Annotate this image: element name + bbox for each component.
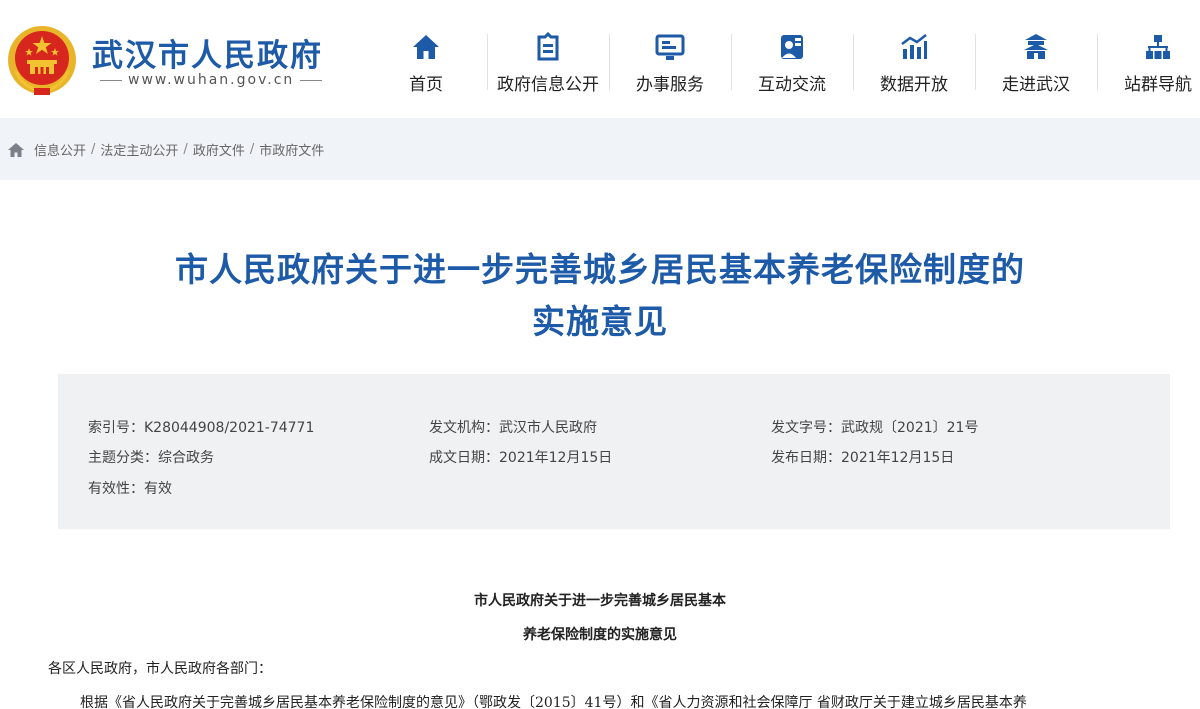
divider: [300, 79, 323, 81]
building-icon: [1024, 34, 1048, 59]
site-url-text: www.wuhan.gov.cn: [128, 72, 295, 88]
home-icon: [413, 35, 439, 59]
main-nav: 首页 政府信息公开 办事服务 互动交流 数据开放 走进武汉 站群导航: [365, 28, 1200, 98]
nav-item-service[interactable]: 办事服务: [609, 28, 731, 98]
divider: [100, 79, 122, 81]
meta-validity: 有效性：有效: [88, 478, 172, 498]
info-open-icon: [537, 32, 559, 61]
nav-label: 政府信息公开: [497, 75, 599, 95]
breadcrumb-item[interactable]: 法定主动公开: [100, 140, 178, 159]
service-icon: [655, 34, 685, 60]
national-emblem-icon[interactable]: [6, 24, 78, 98]
meta-topic: 主题分类：综合政务: [88, 447, 214, 467]
meta-label: 发文机构：: [429, 420, 499, 436]
nav-item-home[interactable]: 首页: [365, 28, 487, 98]
meta-label: 索引号：: [88, 420, 144, 436]
meta-doc-number: 发文字号：武政规〔2021〕21号: [771, 417, 978, 437]
breadcrumb-item[interactable]: 市政府文件: [259, 140, 324, 159]
meta-value: 综合政务: [158, 450, 214, 466]
meta-value: K28044908/2021-74771: [144, 420, 315, 436]
meta-label: 有效性：: [88, 481, 144, 497]
nav-item-site-group[interactable]: 站群导航: [1097, 28, 1200, 98]
nav-label: 办事服务: [636, 75, 704, 95]
breadcrumb: 信息公开 / 法定主动公开 / 政府文件 / 市政府文件: [8, 140, 324, 159]
meta-label: 发布日期：: [771, 450, 841, 466]
site-url: www.wuhan.gov.cn: [100, 72, 350, 88]
breadcrumb-bar: 信息公开 / 法定主动公开 / 政府文件 / 市政府文件: [0, 118, 1200, 180]
document-card: 市人民政府关于进一步完善城乡居民基本养老保险制度的 实施意见 索引号：K2804…: [8, 180, 1192, 709]
meta-index: 索引号：K28044908/2021-74771: [88, 417, 314, 437]
nav-item-interaction[interactable]: 互动交流: [731, 28, 853, 98]
document-meta-box: 索引号：K28044908/2021-74771 发文机构：武汉市人民政府 发文…: [58, 374, 1170, 529]
meta-value: 2021年12月15日: [499, 450, 613, 466]
meta-value: 有效: [144, 481, 172, 497]
meta-value: 2021年12月15日: [841, 450, 955, 466]
data-chart-icon: [901, 34, 927, 59]
body-paragraph: 根据《省人民政府关于完善城乡居民基本养老保险制度的意见》（鄂政发〔2015〕41…: [80, 695, 1027, 709]
meta-value: 武政规〔2021〕21号: [841, 420, 979, 436]
body-title-line: 市人民政府关于进一步完善城乡居民基本: [474, 593, 726, 609]
salutation: 各区人民政府，市人民政府各部门：: [48, 661, 272, 677]
breadcrumb-item[interactable]: 政府文件: [193, 140, 245, 159]
nav-label: 走进武汉: [1002, 75, 1070, 95]
document-title: 市人民政府关于进一步完善城乡居民基本养老保险制度的 实施意见: [8, 244, 1192, 348]
nav-item-about-wuhan[interactable]: 走进武汉: [975, 28, 1097, 98]
breadcrumb-separator: /: [249, 142, 255, 157]
nav-label: 互动交流: [758, 75, 826, 95]
document-title-line: 市人民政府关于进一步完善城乡居民基本养老保险制度的: [175, 250, 1025, 289]
meta-issuer: 发文机构：武汉市人民政府: [429, 417, 597, 437]
nav-label: 数据开放: [880, 75, 948, 95]
meta-label: 主题分类：: [88, 450, 158, 466]
site-group-icon: [1146, 35, 1170, 59]
meta-label: 发文字号：: [771, 420, 841, 436]
interaction-icon: [781, 35, 803, 59]
site-header: 武汉市人民政府 www.wuhan.gov.cn 首页 政府信息公开 办事服务 …: [0, 0, 1200, 118]
body-title-line: 养老保险制度的实施意见: [523, 627, 677, 643]
site-title[interactable]: 武汉市人民政府: [92, 30, 323, 75]
nav-label: 首页: [409, 75, 443, 95]
nav-label: 站群导航: [1124, 75, 1192, 95]
breadcrumb-item[interactable]: 信息公开: [34, 140, 86, 159]
document-title-line: 实施意见: [532, 302, 668, 341]
meta-value: 武汉市人民政府: [499, 420, 597, 436]
home-icon[interactable]: [8, 142, 24, 157]
meta-published-date: 发布日期：2021年12月15日: [771, 447, 954, 467]
meta-created-date: 成文日期：2021年12月15日: [429, 447, 612, 467]
breadcrumb-separator: /: [183, 142, 188, 157]
nav-item-info-open[interactable]: 政府信息公开: [487, 28, 609, 98]
breadcrumb-separator: /: [91, 142, 96, 157]
meta-label: 成文日期：: [429, 450, 499, 466]
nav-item-data-open[interactable]: 数据开放: [853, 28, 975, 98]
